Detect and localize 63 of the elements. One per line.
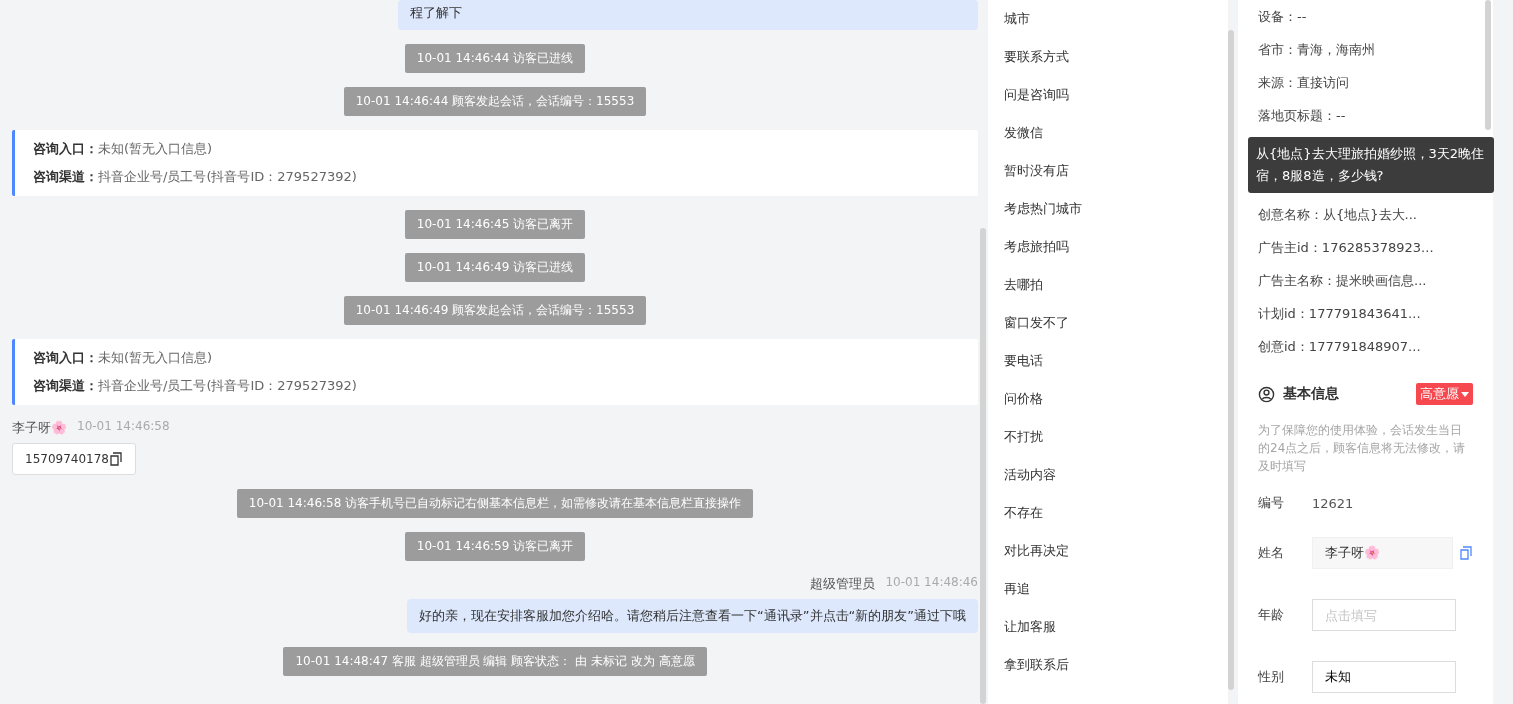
field-label: 编号 [1258, 494, 1285, 512]
sender-name: 超级管理员 [810, 575, 876, 593]
quick-phrase[interactable]: 让加客服 [988, 608, 1228, 646]
tooltip: 从{地点}去大理旅拍婚纱照，3天2晚住宿，8服8造，多少钱? [1248, 137, 1494, 193]
phone-number: 15709740178 [25, 452, 109, 466]
caret-icon [1461, 391, 1469, 397]
quick-phrase[interactable]: 窗口发不了 [988, 304, 1228, 342]
field-label: 姓名 [1258, 544, 1285, 562]
system-notice: 10-01 14:46:49 访客已进线 [404, 253, 586, 282]
info-row-text: 计划id：177791843641... [1258, 305, 1422, 323]
system-notice: 10-01 14:46:44 顾客发起会话，会话编号：15553 [343, 87, 647, 116]
name-field: 李子呀🌸 [1312, 537, 1453, 569]
field-value: 12621 [1312, 495, 1354, 511]
scrollbar[interactable] [980, 228, 986, 704]
sender-name: 李子呀🌸 [12, 419, 67, 437]
status-dropdown[interactable]: 高意愿 [1416, 383, 1473, 405]
input-field[interactable]: 未知 [1312, 661, 1456, 693]
quick-phrase[interactable]: 问价格 [988, 380, 1228, 418]
message-bubble: 好的亲，现在安排客服加您介绍哈。请您稍后注意查看一下“通讯录”并点击“新的朋友”通过下哦 [407, 599, 978, 633]
quick-phrase[interactable]: 对比再决定 [988, 532, 1228, 570]
scrollbar[interactable] [1228, 30, 1234, 690]
section-title: 基本信息 [1283, 385, 1340, 403]
user-icon [1258, 385, 1275, 403]
message-time: 10-01 14:46:58 [77, 419, 170, 435]
entry-line: 咨询渠道：抖音企业号/员工号(抖音号ID：279527392) [33, 168, 358, 186]
info-row-text: 设备：-- [1258, 8, 1308, 26]
system-notice: 10-01 14:46:44 访客已进线 [404, 44, 586, 73]
quick-phrase[interactable]: 要电话 [988, 342, 1228, 380]
quick-phrase[interactable]: 不打扰 [988, 418, 1228, 456]
scrollbar[interactable] [1485, 0, 1491, 130]
quick-phrase[interactable]: 不存在 [988, 494, 1228, 532]
quick-phrase[interactable]: 问是咨询吗 [988, 76, 1228, 114]
field-label: 年龄 [1258, 606, 1285, 624]
message-bubble: 程了解下 [398, 0, 978, 30]
quick-phrase[interactable]: 再追 [988, 570, 1228, 608]
system-notice: 10-01 14:46:49 顾客发起会话，会话编号：15553 [343, 296, 647, 325]
entry-line: 咨询入口：未知(暂无入口信息) [33, 140, 214, 158]
quick-phrase[interactable]: 拿到联系后 [988, 646, 1228, 684]
system-notice: 10-01 14:48:47 客服 超级管理员 编辑 顾客状态： 由 未标记 改为 高意愿 [283, 647, 707, 676]
info-row-text: 省市：青海，海南州 [1258, 41, 1376, 59]
entry-line: 咨询入口：未知(暂无入口信息) [33, 349, 214, 367]
copy-icon[interactable] [109, 452, 123, 466]
quick-phrase[interactable]: 考虑旅拍吗 [988, 228, 1228, 266]
system-notice: 10-01 14:46:59 访客已离开 [404, 532, 586, 561]
quick-phrase[interactable]: 城市 [988, 0, 1228, 38]
message-time: 10-01 14:48:46 [885, 575, 978, 591]
info-row-text: 广告主名称：提米映画信息... [1258, 272, 1428, 290]
system-notice: 10-01 14:46:58 访客手机号已自动标记右侧基本信息栏，如需修改请在基本信息栏直接操作 [236, 489, 754, 518]
quick-phrase[interactable]: 考虑热门城市 [988, 190, 1228, 228]
system-notice: 10-01 14:46:45 访客已离开 [404, 210, 586, 239]
field-label: 性别 [1258, 668, 1285, 686]
info-row-text: 创意名称：从{地点}去大... [1258, 206, 1418, 224]
info-row-text: 广告主id：176285378923... [1258, 239, 1435, 257]
quick-phrase[interactable]: 暂时没有店 [988, 152, 1228, 190]
info-row-text: 落地页标题：-- [1258, 107, 1347, 125]
info-row-text: 创意id：177791848907... [1258, 338, 1422, 356]
quick-phrase[interactable]: 要联系方式 [988, 38, 1228, 76]
quick-phrase[interactable]: 去哪拍 [988, 266, 1228, 304]
notice-text: 为了保障您的使用体验，会话发生当日的24点之后，顾客信息将无法修改，请及时填写 [1258, 422, 1467, 475]
entry-line: 咨询渠道：抖音企业号/员工号(抖音号ID：279527392) [33, 377, 358, 395]
quick-phrase[interactable]: 发微信 [988, 114, 1228, 152]
info-row-text: 来源：直接访问 [1258, 74, 1350, 92]
quick-phrase[interactable]: 活动内容 [988, 456, 1228, 494]
